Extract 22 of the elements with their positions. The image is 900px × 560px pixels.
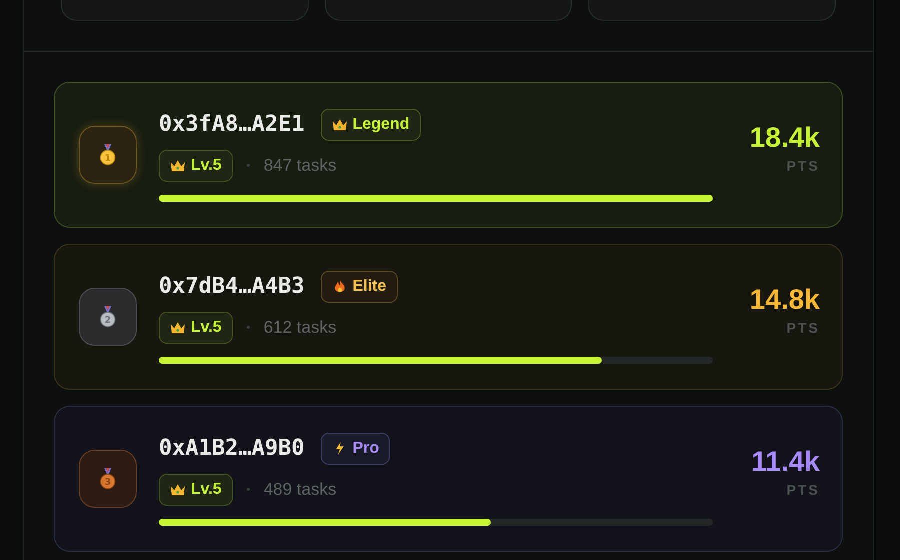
task-count: 612 tasks <box>264 318 337 338</box>
task-count: 847 tasks <box>264 156 337 176</box>
points-unit: PTS <box>786 482 820 498</box>
points-unit: PTS <box>786 158 820 174</box>
points-value: 11.4k <box>751 446 820 478</box>
wallet-address: 0xA1B2…A9B0 <box>159 436 305 461</box>
tier-badge: Elite <box>320 270 398 302</box>
crown-icon <box>170 158 186 173</box>
tier-badge: Legend <box>320 108 421 140</box>
wallet-address: 0x7dB4…A4B3 <box>159 274 305 299</box>
crown-icon <box>170 320 186 335</box>
points-value: 14.8k <box>750 284 820 316</box>
tier-badge: Pro <box>320 432 390 464</box>
level-badge: Lv.5 <box>159 312 233 344</box>
crown-icon <box>170 482 186 497</box>
wallet-address: 0x3fA8…A2E1 <box>159 112 305 137</box>
task-count: 489 tasks <box>264 480 337 500</box>
level-badge: Lv.5 <box>159 150 233 182</box>
points-value: 18.4k <box>750 122 820 154</box>
points-unit: PTS <box>786 320 820 336</box>
level-badge: Lv.5 <box>159 474 233 506</box>
crown-icon <box>332 117 348 132</box>
